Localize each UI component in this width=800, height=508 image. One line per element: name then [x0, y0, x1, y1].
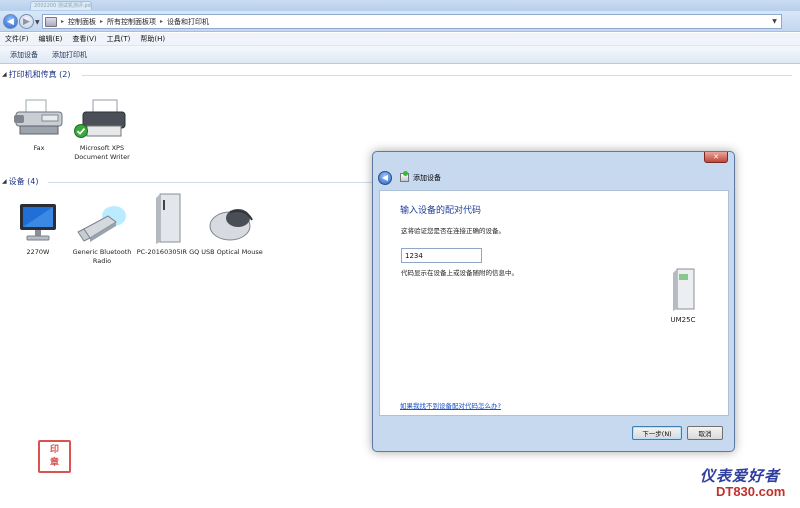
breadcrumb-separator-icon[interactable]: ▸ [61, 18, 64, 25]
computer-tower-icon [673, 268, 695, 311]
devices-section-header[interactable]: ◢ 设备 (4) [2, 176, 39, 187]
device-label: USB Optical Mouse [201, 248, 263, 256]
default-checkmark-icon [74, 124, 88, 138]
close-button[interactable]: ✕ [704, 152, 728, 163]
add-device-button[interactable]: 添加设备 [10, 50, 38, 60]
dialog-title: 添加设备 [413, 173, 441, 182]
bluetooth-adapter-icon [77, 206, 126, 242]
address-dropdown-icon[interactable]: ▼ [769, 16, 780, 27]
collapse-arrow-icon[interactable]: ◢ [2, 71, 7, 78]
device-xps-writer[interactable]: Microsoft XPS Document Writer [69, 98, 135, 162]
menu-tools[interactable]: 工具(T) [107, 34, 131, 44]
add-device-dialog: ✕ ◀ 添加设备 输入设备的配对代码 这将验证您是否在连接正确的设备。 代码显示… [372, 151, 735, 452]
forward-arrow-icon: ▶ [23, 16, 30, 27]
red-seal-stamp: 印章 [38, 440, 71, 473]
recent-pages-dropdown[interactable]: ▼ [35, 19, 40, 26]
mouse-icon [209, 209, 253, 241]
breadcrumb-control-panel[interactable]: 控制面板 [68, 17, 96, 27]
device-monitor[interactable]: 2270W [5, 200, 71, 257]
domain-watermark: DT830.com [716, 484, 786, 499]
dialog-back-button[interactable]: ◀ [378, 170, 392, 185]
document-tab[interactable]: 2002200 测试机测评.pdf [30, 1, 92, 10]
back-arrow-icon: ◀ [7, 16, 14, 27]
back-arrow-icon: ◀ [381, 173, 389, 182]
breadcrumb-devices-printers[interactable]: 设备和打印机 [167, 17, 209, 27]
help-link[interactable]: 如果我找不到设备配对代码怎么办? [400, 400, 501, 410]
device-label: 2270W [26, 248, 50, 256]
menu-help[interactable]: 帮助(H) [140, 34, 165, 44]
breadcrumb-separator-icon[interactable]: ▸ [160, 18, 163, 25]
device-label: Microsoft XPS Document Writer [74, 144, 130, 161]
next-button[interactable]: 下一步(N) [632, 426, 682, 440]
device-label: PC-20160305IR GQ [136, 248, 200, 256]
pairing-code-input[interactable] [401, 248, 482, 263]
command-bar: 添加设备 添加打印机 [0, 46, 800, 64]
target-device: UM25C [663, 267, 703, 324]
navigation-bar: ◀ ▶ ▼ ▸ 控制面板 ▸ 所有控制面板项 ▸ 设备和打印机 ▼ [0, 11, 800, 32]
add-device-icon [400, 171, 409, 182]
add-printer-button[interactable]: 添加打印机 [52, 50, 87, 60]
menu-view[interactable]: 查看(V) [72, 34, 96, 44]
device-mouse[interactable]: USB Optical Mouse [199, 200, 265, 257]
section-divider [48, 182, 373, 183]
menu-bar: 文件(F) 编辑(E) 查看(V) 工具(T) 帮助(H) [0, 33, 800, 46]
brand-watermark: 仪表爱好者 [700, 467, 781, 485]
control-panel-icon [45, 16, 57, 27]
device-computer[interactable]: PC-20160305IR GQ [135, 192, 201, 257]
menu-file[interactable]: 文件(F) [5, 34, 29, 44]
dialog-instruction: 这将验证您是否在连接正确的设备。 [401, 227, 505, 235]
devices-section-title: 设备 (4) [8, 177, 39, 186]
dialog-heading: 输入设备的配对代码 [400, 206, 482, 216]
breadcrumb-separator-icon[interactable]: ▸ [100, 18, 103, 25]
device-bluetooth-radio[interactable]: Generic Bluetooth Radio [69, 200, 135, 266]
pairing-code-hint: 代码显示在设备上或设备随附的信息中。 [401, 269, 518, 277]
fax-icon [14, 99, 63, 135]
back-button[interactable]: ◀ [3, 14, 18, 29]
monitor-icon [20, 204, 56, 241]
tab-strip: 2002200 测试机测评.pdf [0, 0, 800, 11]
close-icon: ✕ [713, 153, 719, 161]
breadcrumb-all-items[interactable]: 所有控制面板项 [107, 17, 156, 27]
computer-tower-icon [156, 193, 181, 244]
forward-button[interactable]: ▶ [19, 14, 34, 29]
printers-section-title: 打印机和传真 (2) [8, 70, 71, 79]
device-label: Fax [33, 144, 45, 152]
device-fax[interactable]: Fax [6, 98, 72, 153]
collapse-arrow-icon[interactable]: ◢ [2, 178, 7, 185]
dialog-header: ◀ 添加设备 [374, 166, 733, 189]
device-label: Generic Bluetooth Radio [72, 248, 132, 265]
menu-edit[interactable]: 编辑(E) [39, 34, 63, 44]
section-divider [82, 75, 792, 76]
dialog-footer: 下一步(N) 取消 [379, 420, 729, 446]
address-bar[interactable]: ▸ 控制面板 ▸ 所有控制面板项 ▸ 设备和打印机 ▼ [42, 14, 782, 29]
dialog-body: 输入设备的配对代码 这将验证您是否在连接正确的设备。 代码显示在设备上或设备随附… [379, 190, 729, 416]
printers-section-header[interactable]: ◢ 打印机和传真 (2) [2, 69, 71, 80]
cancel-button[interactable]: 取消 [687, 426, 723, 440]
target-device-name: UM25C [670, 316, 696, 324]
